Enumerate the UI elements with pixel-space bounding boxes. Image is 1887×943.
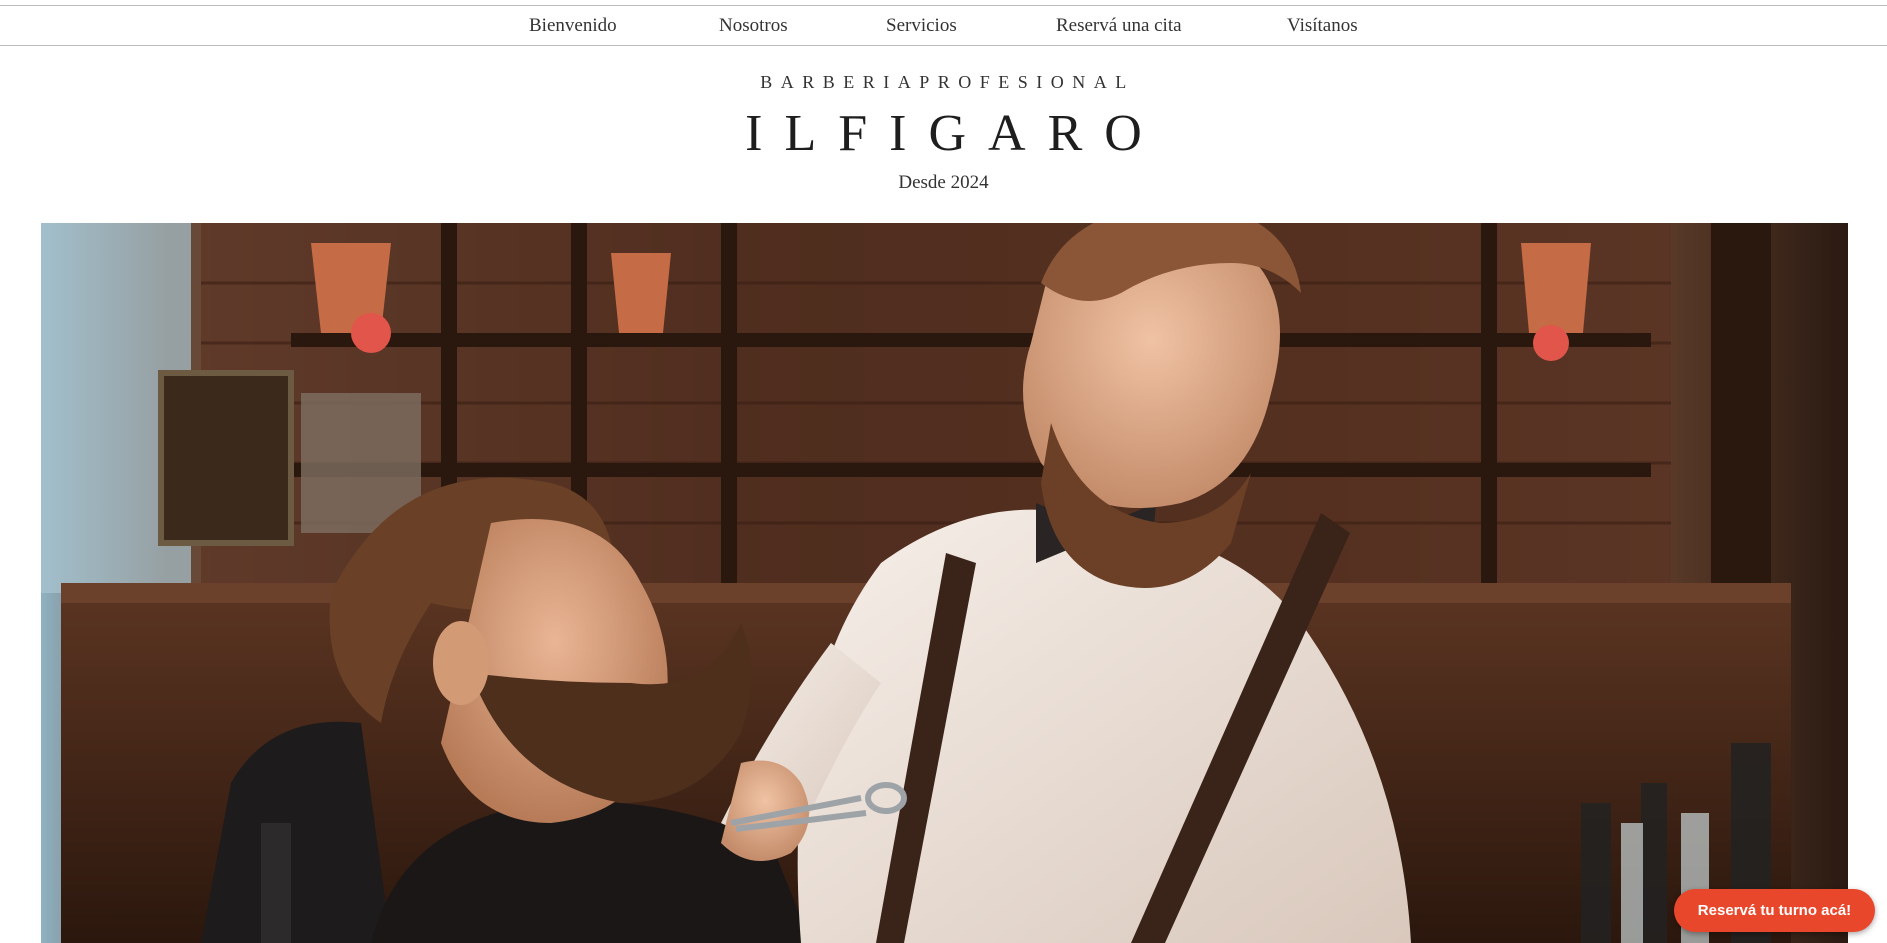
brand-name: ILFIGARO [745, 105, 1164, 162]
top-navigation: Bienvenido Nosotros Servicios Reservá un… [0, 5, 1887, 46]
brand-since: Desde 2024 [898, 172, 989, 193]
nav-item-servicios[interactable]: Servicios [886, 6, 957, 45]
nav-item-reserva-cita[interactable]: Reservá una cita [1056, 6, 1182, 45]
hero-image [41, 223, 1848, 943]
book-appointment-button[interactable]: Reservá tu turno acá! [1674, 889, 1875, 932]
nav-item-nosotros[interactable]: Nosotros [719, 6, 788, 45]
barber-photo-illustration [41, 223, 1848, 943]
nav-item-bienvenido[interactable]: Bienvenido [529, 6, 617, 45]
brand-tagline: BARBERIAPROFESIONAL [760, 72, 1135, 92]
nav-item-visitanos[interactable]: Visítanos [1287, 6, 1358, 45]
